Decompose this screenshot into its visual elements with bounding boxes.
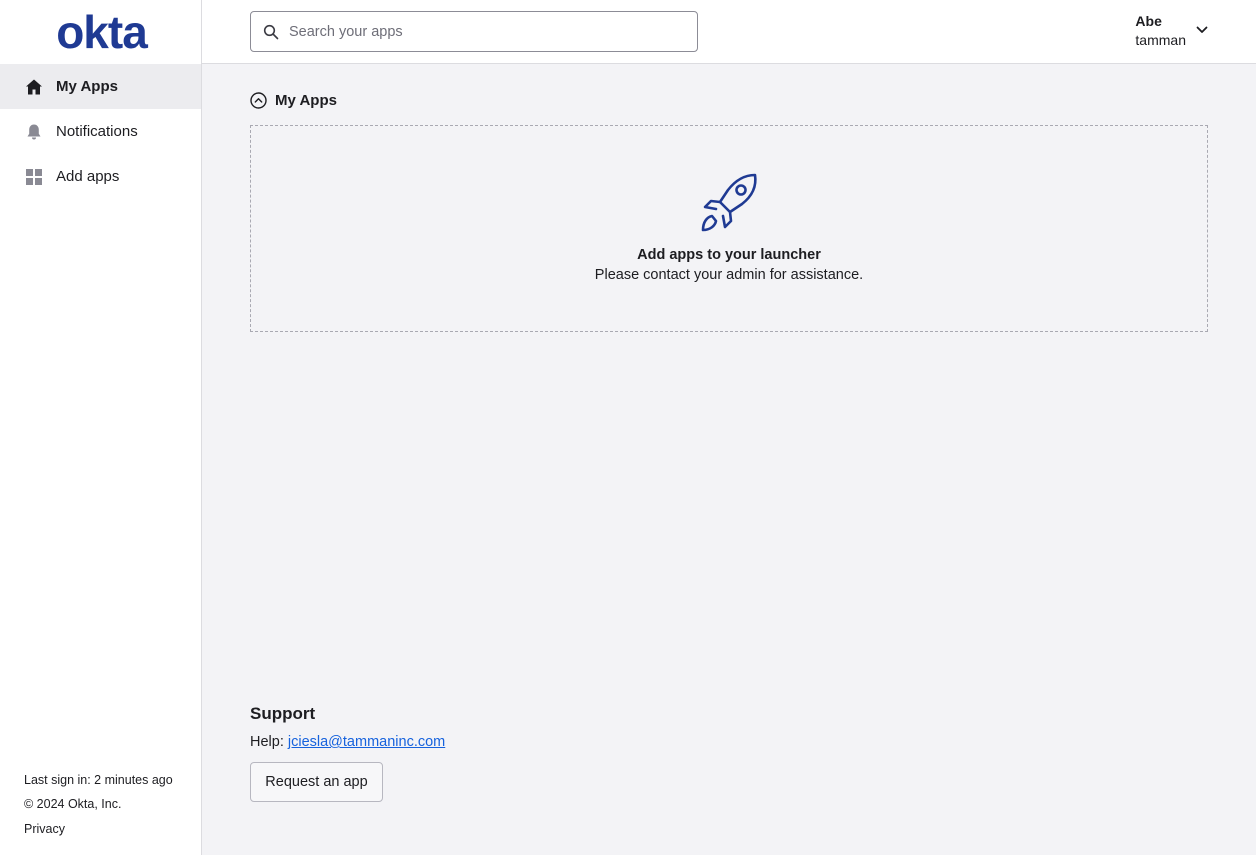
privacy-link[interactable]: Privacy: [24, 817, 173, 842]
support-title: Support: [250, 704, 316, 723]
top-bar: Abe tamman: [202, 0, 1256, 64]
search-icon: [263, 24, 279, 40]
user-first-name: Abe: [1135, 13, 1162, 29]
empty-state-subtitle: Please contact your admin for assistance…: [594, 267, 864, 283]
user-menu[interactable]: Abe tamman: [1135, 12, 1208, 50]
user-names: Abe tamman: [1135, 12, 1186, 50]
empty-state-title: Add apps to your launcher: [637, 247, 821, 263]
help-email-link[interactable]: jciesla@tammaninc.com: [288, 734, 445, 750]
empty-apps-panel: Add apps to your launcher Please contact…: [250, 125, 1208, 332]
request-app-button[interactable]: Request an app: [250, 762, 383, 802]
support-section: Support Help: jciesla@tammaninc.com Requ…: [250, 704, 445, 802]
search-input[interactable]: [289, 23, 669, 40]
logo-text: okta: [56, 6, 148, 58]
my-apps-section-toggle[interactable]: My Apps: [250, 90, 1208, 110]
last-sign-in-text: Last sign in: 2 minutes ago: [24, 772, 173, 787]
rocket-icon: [698, 172, 760, 234]
chevron-down-icon[interactable]: [1196, 21, 1208, 39]
sidebar-item-my-apps[interactable]: My Apps: [0, 64, 201, 109]
sidebar-item-label: Add apps: [56, 168, 120, 185]
support-help-line: Help: jciesla@tammaninc.com: [250, 734, 445, 750]
sidebar-item-add-apps[interactable]: Add apps: [0, 154, 201, 199]
sidebar-footer: Last sign in: 2 minutes ago © 2024 Okta,…: [24, 768, 173, 842]
home-icon: [24, 77, 44, 97]
help-label: Help:: [250, 734, 284, 750]
main-content: My Apps Add apps to your launcher Please…: [250, 64, 1208, 332]
copyright-text: © 2024 Okta, Inc.: [24, 797, 122, 811]
sidebar-nav: My Apps Notifications Add apps: [0, 64, 201, 199]
sidebar-item-label: My Apps: [56, 78, 118, 95]
app-root: okta My Apps Notifications Add apps Last…: [0, 0, 1256, 855]
sidebar: okta My Apps Notifications Add apps Last…: [0, 0, 202, 855]
sidebar-item-notifications[interactable]: Notifications: [0, 109, 201, 154]
bell-icon: [24, 122, 44, 142]
section-title: My Apps: [275, 91, 337, 109]
sidebar-item-label: Notifications: [56, 123, 138, 140]
chevron-up-circle-icon: [250, 91, 267, 109]
okta-logo[interactable]: okta: [0, 0, 201, 64]
grid-icon: [24, 167, 44, 187]
user-org-name: tamman: [1135, 32, 1186, 48]
search-box[interactable]: [250, 11, 698, 52]
